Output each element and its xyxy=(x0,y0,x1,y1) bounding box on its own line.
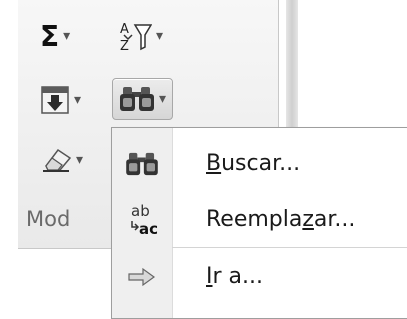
group-label: Mod xyxy=(26,207,71,231)
svg-text:ab: ab xyxy=(131,202,150,220)
autosum-button[interactable]: Σ ▾ xyxy=(34,16,76,56)
group-divider xyxy=(286,0,298,132)
find-select-button[interactable]: ▾ xyxy=(112,78,174,120)
menu-item-label: Reemplazar... xyxy=(206,207,356,232)
fill-down-icon xyxy=(40,85,70,115)
svg-text:ac: ac xyxy=(139,220,158,238)
eraser-icon xyxy=(40,146,72,174)
menu-separator xyxy=(172,247,407,248)
arrow-right-icon xyxy=(112,249,172,305)
find-select-menu: Buscar... ab ac Reemplazar... Ir a... xyxy=(111,127,407,319)
menu-item-label: Buscar... xyxy=(206,151,301,176)
menu-item-buscar[interactable]: Buscar... xyxy=(112,136,407,192)
sort-filter-button[interactable]: A Z ▾ xyxy=(112,16,169,56)
menu-item-reemplazar[interactable]: ab ac Reemplazar... xyxy=(112,192,407,248)
sigma-icon: Σ xyxy=(40,19,60,53)
menu-item-ir-a[interactable]: Ir a... xyxy=(112,249,407,305)
replace-icon: ab ac xyxy=(112,192,172,248)
clear-button[interactable]: ▾ xyxy=(34,140,89,180)
fill-button[interactable]: ▾ xyxy=(34,80,87,120)
binoculars-icon xyxy=(112,136,172,192)
chevron-down-icon[interactable]: ▾ xyxy=(156,28,163,44)
svg-text:Z: Z xyxy=(120,39,129,53)
binoculars-icon xyxy=(119,85,155,113)
chevron-down-icon[interactable]: ▾ xyxy=(74,92,81,108)
chevron-down-icon[interactable]: ▾ xyxy=(159,91,166,107)
sort-filter-icon: A Z xyxy=(118,19,152,53)
chevron-down-icon[interactable]: ▾ xyxy=(63,28,70,44)
chevron-down-icon[interactable]: ▾ xyxy=(76,152,83,168)
menu-item-label: Ir a... xyxy=(206,264,263,289)
